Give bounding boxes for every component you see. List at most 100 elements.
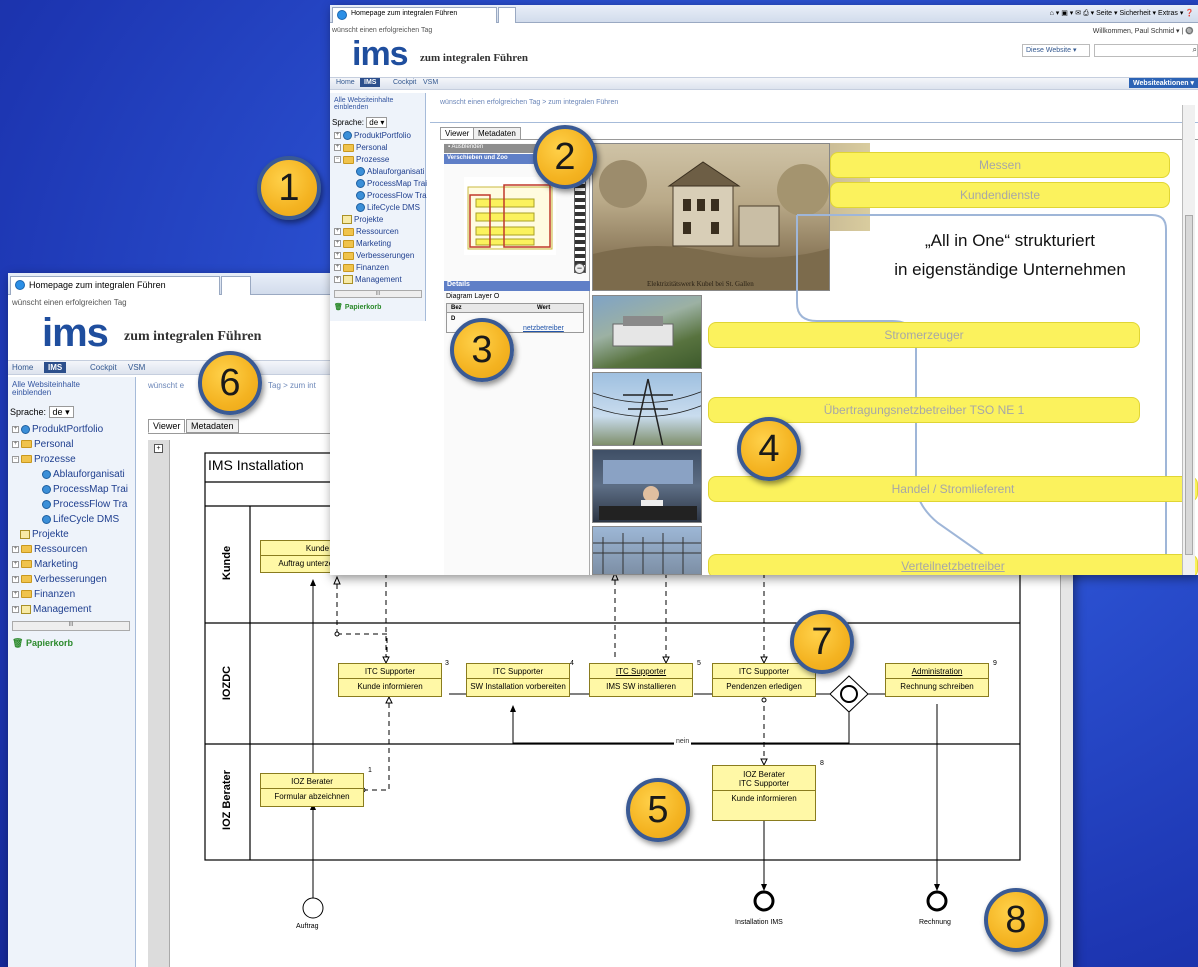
task-3-kunde-informieren[interactable]: ITC Supporter Kunde informieren bbox=[338, 663, 442, 697]
task-label: Rechnung schreiben bbox=[900, 682, 974, 691]
task-role: ITC Supporter bbox=[339, 664, 441, 679]
task-9-rechnung-schreiben[interactable]: Administration Rechnung schreiben bbox=[885, 663, 989, 697]
msg-3-to-kunde-b bbox=[337, 633, 388, 657]
tree-item-projekte[interactable]: Projekte bbox=[342, 215, 383, 225]
callout-badge-6: 6 bbox=[198, 351, 262, 415]
arrow-into-9-end bbox=[934, 884, 940, 891]
callout-badge-4: 4 bbox=[737, 417, 801, 481]
task-label: SW Installation vorbereiten bbox=[470, 682, 566, 691]
front-new-tab[interactable] bbox=[498, 7, 516, 23]
front-welcome-user[interactable]: Willkommen, Paul Schmid ▾ | 🔘 bbox=[1093, 27, 1194, 35]
task-role: Administration bbox=[886, 664, 988, 679]
ie-icon bbox=[337, 10, 347, 20]
lane-label-ioz-berater: IOZ Berater bbox=[221, 770, 233, 830]
task-1-formular-abzeichnen[interactable]: IOZ Berater Formular abzeichnen bbox=[260, 773, 364, 807]
end-event-rechnung bbox=[926, 890, 948, 912]
msg-dot-3 bbox=[334, 631, 340, 637]
step-number-3: 3 bbox=[445, 660, 449, 667]
front-viewer-scrollbar[interactable] bbox=[1182, 105, 1195, 575]
tree-item-prozesse[interactable]: − Prozesse bbox=[334, 155, 389, 164]
toolbar-sicherheit[interactable]: Sicherheit ▾ bbox=[1119, 10, 1156, 17]
front-nav-home[interactable]: Home bbox=[336, 79, 355, 86]
task-role: IOZ Berater bbox=[261, 774, 363, 789]
feed-icon[interactable]: ▣ ▾ bbox=[1061, 10, 1073, 17]
event-label-rechnung: Rechnung bbox=[919, 919, 951, 926]
step-number-4: 4 bbox=[570, 660, 574, 667]
details-header[interactable]: Details bbox=[444, 281, 590, 291]
bar-messen[interactable]: Messen bbox=[830, 152, 1170, 178]
front-greeting: wünscht einen erfolgreichen Tag bbox=[332, 27, 433, 34]
tree-item-produktportfolio[interactable]: + ProduktPortfolio bbox=[334, 131, 411, 141]
loop-label-nein: nein bbox=[674, 738, 692, 745]
tree-item-management[interactable]: + Management bbox=[334, 275, 402, 285]
bar-verteilnetzbetreiber[interactable]: Verteilnetzbetreiber bbox=[708, 554, 1198, 575]
msg-dot-6 bbox=[761, 697, 767, 703]
msg-berater-to-3 bbox=[363, 703, 390, 791]
tree-item-finanzen[interactable]: + Finanzen bbox=[334, 263, 389, 272]
front-top-nav: Home IMS Cockpit VSM Websiteaktionen ▾ bbox=[330, 77, 1198, 90]
front-nav-vsm[interactable]: VSM bbox=[423, 79, 438, 86]
tree-item-lifecycle[interactable]: LifeCycle DMS bbox=[356, 203, 420, 213]
arrow-into-8-end bbox=[761, 884, 767, 891]
end-event-installation bbox=[753, 890, 775, 912]
headline-line-1: „All in One“ strukturiert bbox=[924, 231, 1096, 250]
task-label: Kunde informieren bbox=[357, 682, 423, 691]
front-language-value[interactable]: de ▾ bbox=[366, 117, 388, 128]
tree-item-processflow[interactable]: ProcessFlow Tra bbox=[356, 191, 427, 201]
front-recycle-bin[interactable]: 🗑 Papierkorb bbox=[334, 303, 381, 311]
front-nav-cockpit[interactable]: Cockpit bbox=[393, 79, 416, 86]
front-search-scope[interactable]: Diese Website ▾ bbox=[1022, 44, 1090, 57]
front-toolbar: ⌂ ▾ ▣ ▾ ✉ ⎙ ▾ Seite ▾ Sicherheit ▾ Extra… bbox=[1050, 9, 1194, 18]
diagram-layer-label: Diagram Layer O bbox=[446, 293, 500, 300]
front-language-select[interactable]: Sprache: de ▾ bbox=[332, 117, 388, 128]
task-pendenzen-erledigen[interactable]: ITC Supporter Pendenzen erledigen bbox=[712, 663, 816, 697]
print-icon[interactable]: ⎙ ▾ bbox=[1083, 10, 1094, 17]
task-label: Kunde informieren bbox=[731, 794, 797, 803]
step-number-5: 5 bbox=[697, 660, 701, 667]
front-nav-ims[interactable]: IMS bbox=[360, 78, 381, 87]
task-8-kunde-informieren[interactable]: IOZ Berater ITC Supporter Kunde informie… bbox=[712, 765, 816, 821]
zoom-out-icon[interactable]: − bbox=[574, 263, 585, 274]
tree-item-personal[interactable]: + Personal bbox=[334, 143, 388, 152]
front-breadcrumb-rule bbox=[430, 122, 1198, 123]
tree-item-ablauforganisation[interactable]: Ablauforganisati bbox=[356, 167, 424, 177]
front-tree-scrollbar[interactable]: III bbox=[334, 290, 422, 298]
toolbar-seite[interactable]: Seite ▾ bbox=[1096, 10, 1117, 17]
front-tab-title: Homepage zum integralen Führen bbox=[351, 10, 458, 17]
bar-handel-stromlieferent[interactable]: Handel / Stromlieferent bbox=[708, 476, 1198, 502]
front-logo-tagline: zum integralen Führen bbox=[420, 52, 528, 64]
lane-label-iozdc: IOZDC bbox=[221, 665, 233, 701]
tree-item-processmap[interactable]: ProcessMap Trai bbox=[356, 179, 427, 189]
tree-item-ressourcen[interactable]: + Ressourcen bbox=[334, 227, 399, 236]
front-browser-window: Homepage zum integralen Führen ⌂ ▾ ▣ ▾ ✉… bbox=[330, 5, 1198, 575]
tree-item-marketing[interactable]: + Marketing bbox=[334, 239, 391, 248]
gateway-end-circle bbox=[840, 685, 858, 703]
front-breadcrumb[interactable]: wünscht einen erfolgreichen Tag > zum in… bbox=[440, 99, 618, 106]
bar-kundendienste[interactable]: Kundendienste bbox=[830, 182, 1170, 208]
task-label: Formular abzeichnen bbox=[274, 792, 350, 801]
task-5-ims-sw-installieren[interactable]: ITC Supporter IMS SW installieren bbox=[589, 663, 693, 697]
bar-stromerzeuger[interactable]: Stromerzeuger bbox=[708, 322, 1140, 348]
step-number-1: 1 bbox=[368, 767, 372, 774]
front-search-input[interactable]: ⌕ bbox=[1094, 44, 1198, 57]
start-event-auftrag bbox=[302, 897, 324, 919]
scroll-thumb[interactable] bbox=[1185, 215, 1193, 555]
details-row-link[interactable]: netzbetreiber bbox=[523, 325, 564, 332]
mail-icon[interactable]: ✉ bbox=[1075, 10, 1081, 17]
event-label-auftrag: Auftrag bbox=[296, 923, 319, 930]
task-role: ITC Supporter bbox=[590, 664, 692, 679]
front-all-site-content-link[interactable]: Alle Websiteinhalte einblenden bbox=[334, 97, 408, 112]
step-number-8: 8 bbox=[820, 760, 824, 767]
toolbar-extras[interactable]: Extras ▾ bbox=[1158, 10, 1183, 17]
tree-item-verbesserungen[interactable]: + Verbesserungen bbox=[334, 251, 414, 260]
front-logo[interactable]: ims bbox=[352, 35, 409, 74]
site-actions-menu[interactable]: Websiteaktionen ▾ bbox=[1129, 78, 1198, 88]
front-language-label: Sprache: bbox=[332, 118, 365, 127]
home-icon[interactable]: ⌂ ▾ bbox=[1050, 10, 1060, 17]
task-4-sw-installation[interactable]: ITC Supporter SW Installation vorbereite… bbox=[466, 663, 570, 697]
diagram-thumbnail[interactable] bbox=[464, 177, 556, 255]
front-browser-tab[interactable]: Homepage zum integralen Führen bbox=[332, 7, 497, 23]
details-col-wert: Wert bbox=[537, 305, 551, 311]
headline-line-2: in eigenständige Unternehmen bbox=[894, 260, 1126, 279]
help-icon[interactable]: ❓ bbox=[1185, 10, 1194, 17]
